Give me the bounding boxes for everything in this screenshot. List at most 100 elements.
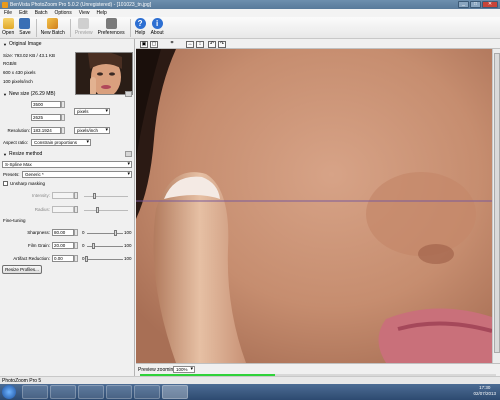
toolbar-divider [129,19,131,37]
start-button-icon[interactable] [2,385,16,399]
toolbar-divider [35,19,37,37]
new-batch-button[interactable]: New Batch [41,17,65,36]
crop-icon[interactable]: ⌗ [168,41,176,48]
height-spinner[interactable] [61,114,65,121]
scrollbar-thumb[interactable] [494,53,500,353]
aspect-ratio-select[interactable]: Constrain proportions [31,139,91,146]
toolbar-divider [69,19,71,37]
original-resolution: 100 pixels/inch [3,79,33,84]
menu-view[interactable]: View [79,10,90,16]
taskbar-photozoom-icon[interactable] [162,385,188,399]
menu-batch[interactable]: Batch [35,10,48,16]
app-icon [2,1,8,8]
resolution-unit-select[interactable]: pixels/inch [74,127,110,134]
intensity-label: Intensity: [31,193,50,198]
artifact-reduction-max: 100 [124,256,132,261]
new-size-options-icon[interactable] [125,91,132,97]
window-title: BenVista PhotoZoom Pro 5.0.2 (Unregister… [10,1,152,8]
sharpness-slider[interactable] [87,233,123,234]
resolution-field[interactable]: 183.1924 [31,127,61,134]
preview-button[interactable]: Preview [75,17,93,36]
radius-field[interactable] [52,206,74,213]
menu-options[interactable]: Options [54,10,71,16]
height-field[interactable]: 2625 [31,114,61,121]
single-view-icon[interactable]: ▢ [150,41,158,48]
sharpness-max: 100 [124,230,132,235]
intensity-slider-handle[interactable] [93,193,96,199]
original-image-header[interactable]: Original Image [0,40,135,48]
open-button[interactable]: Open [2,17,14,36]
resolution-spinner[interactable] [61,127,65,134]
taskbar-explorer-icon[interactable] [50,385,76,399]
taskbar-firefox-icon[interactable] [106,385,132,399]
film-grain-max: 100 [124,243,132,248]
fit-height-icon[interactable]: ↕ [196,41,204,48]
settings-panel: Original Image Size: 793.02 KB / 43.1 KB… [0,39,135,376]
taskbar-media-icon[interactable] [78,385,104,399]
radius-slider-handle[interactable] [96,207,99,213]
artifact-reduction-field[interactable]: 0.00 [52,255,74,262]
close-button[interactable]: ✕ [482,1,498,8]
unsharp-masking-checkbox[interactable] [3,181,8,186]
preferences-button[interactable]: Preferences [98,17,125,36]
image-preview[interactable] [136,49,492,363]
rotate-right-icon[interactable]: ↷ [218,41,226,48]
radius-spinner[interactable] [74,206,78,213]
intensity-slider[interactable] [84,196,128,197]
rotate-left-icon[interactable]: ↶ [208,41,216,48]
aspect-ratio-label: Aspect ratio: [3,140,29,145]
resize-method-options-icon[interactable] [125,151,132,157]
film-grain-min: 0 [82,243,85,248]
original-color-mode: RGB/8 [3,61,17,66]
menu-edit[interactable]: Edit [19,10,28,16]
radius-label: Radius: [34,207,50,212]
film-grain-field[interactable]: 20.00 [52,242,74,249]
original-thumbnail[interactable] [75,52,133,95]
radius-slider[interactable] [84,210,128,211]
film-grain-spinner[interactable] [74,242,78,249]
preview-zoom-select[interactable]: 100% [173,366,195,373]
preview-toolbar: ▣ ▢ ⌗ ↔ ↕ ↶ ↷ [136,39,500,49]
fine-tuning-label: Fine-tuning [3,218,26,223]
artifact-reduction-slider-handle[interactable] [85,256,88,262]
minimize-button[interactable]: _ [458,1,469,8]
taskbar-ie-icon[interactable] [22,385,48,399]
split-view-icon[interactable]: ▣ [140,41,148,48]
taskbar-app-icon[interactable] [134,385,160,399]
artifact-reduction-spinner[interactable] [74,255,78,262]
width-field[interactable]: 3500 [31,101,61,108]
fit-width-icon[interactable]: ↔ [186,41,194,48]
menu-file[interactable]: File [4,10,12,16]
sharpness-slider-handle[interactable] [113,230,117,236]
menu-help[interactable]: Help [96,10,106,16]
sharpness-field[interactable]: 80.00 [52,229,74,236]
film-grain-slider-handle[interactable] [92,243,96,249]
resize-method-select[interactable]: S-Spline Max [2,161,132,168]
preview-vertical-scrollbar[interactable] [492,49,500,363]
save-button[interactable]: Save [19,17,31,36]
resolution-label: Resolution: [7,128,30,133]
presets-select[interactable]: Generic * [22,171,132,178]
sharpness-spinner[interactable] [74,229,78,236]
menu-bar: File Edit Batch Options View Help [0,9,500,17]
tools-icon [105,18,117,29]
batch-icon [47,18,59,29]
width-spinner[interactable] [61,101,65,108]
new-size-header[interactable]: New size (26.29 MB) [0,90,135,98]
preview-zoom-label: Preview zooming: [138,367,178,373]
preview-icon [78,18,90,29]
intensity-field[interactable] [52,192,74,199]
artifact-reduction-label: Artifact Reduction: [13,256,50,261]
about-button[interactable]: i About [151,17,164,36]
original-size: Size: 793.02 KB / 43.1 KB [3,53,56,58]
info-icon: i [151,18,163,29]
help-button[interactable]: ? Help [134,17,146,36]
maximize-button[interactable]: □ [470,1,481,8]
resize-profiles-button[interactable]: Resize Profiles... [2,265,42,274]
preview-footer: Preview zooming: 100% [136,363,500,377]
intensity-spinner[interactable] [74,192,78,199]
size-unit-select[interactable]: pixels [74,108,110,115]
artifact-reduction-slider[interactable] [87,259,123,260]
title-bar: BenVista PhotoZoom Pro 5.0.2 (Unregister… [0,0,500,9]
resize-method-header[interactable]: Resize method [0,150,135,158]
